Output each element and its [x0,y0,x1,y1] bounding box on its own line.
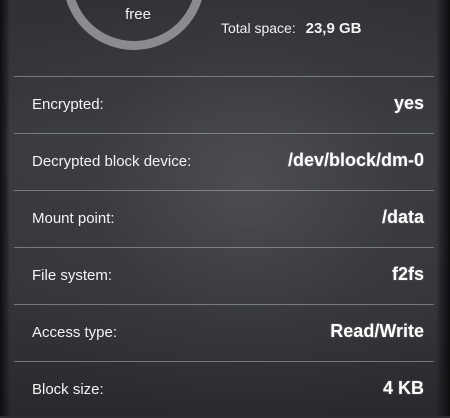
encrypted-row: Encrypted: yes [14,77,434,133]
total-space-row: Total space: 23,9 GB [221,20,361,37]
block-size-row: Block size: 4 KB [14,362,434,418]
access-type-value: Read/Write [330,321,424,341]
decrypted-block-device-value: /dev/block/dm-0 [287,150,424,170]
block-size-label: Block size: [32,381,104,398]
block-size-value: 4 KB [382,378,424,398]
file-system-row: File system: f2fs [14,248,434,304]
file-system-label: File system: [32,267,113,284]
encrypted-label: Encrypted: [32,96,104,113]
file-system-value: f2fs [391,264,424,284]
decrypted-block-device-row: Decrypted block device: /dev/block/dm-0 [14,134,434,190]
device-bezel-right [436,0,450,416]
storage-details-list: Encrypted: yes Decrypted block device: /… [14,76,434,418]
total-space-label: Total space: [221,20,296,36]
mount-point-label: Mount point: [32,210,115,227]
total-space-value: 23,9 GB [305,20,362,37]
device-bezel-left [0,0,10,416]
decrypted-block-device-label: Decrypted block device: [32,153,192,170]
free-space-label: free [125,6,151,23]
mount-point-value: /data [381,207,424,227]
cropped-summary-text [225,0,375,4]
access-type-label: Access type: [32,324,118,341]
access-type-row: Access type: Read/Write [14,305,434,361]
mount-point-row: Mount point: /data [14,191,434,247]
encrypted-value: yes [393,93,424,113]
storage-info-screen: free Total space: 23,9 GB Encrypted: yes… [0,0,450,416]
